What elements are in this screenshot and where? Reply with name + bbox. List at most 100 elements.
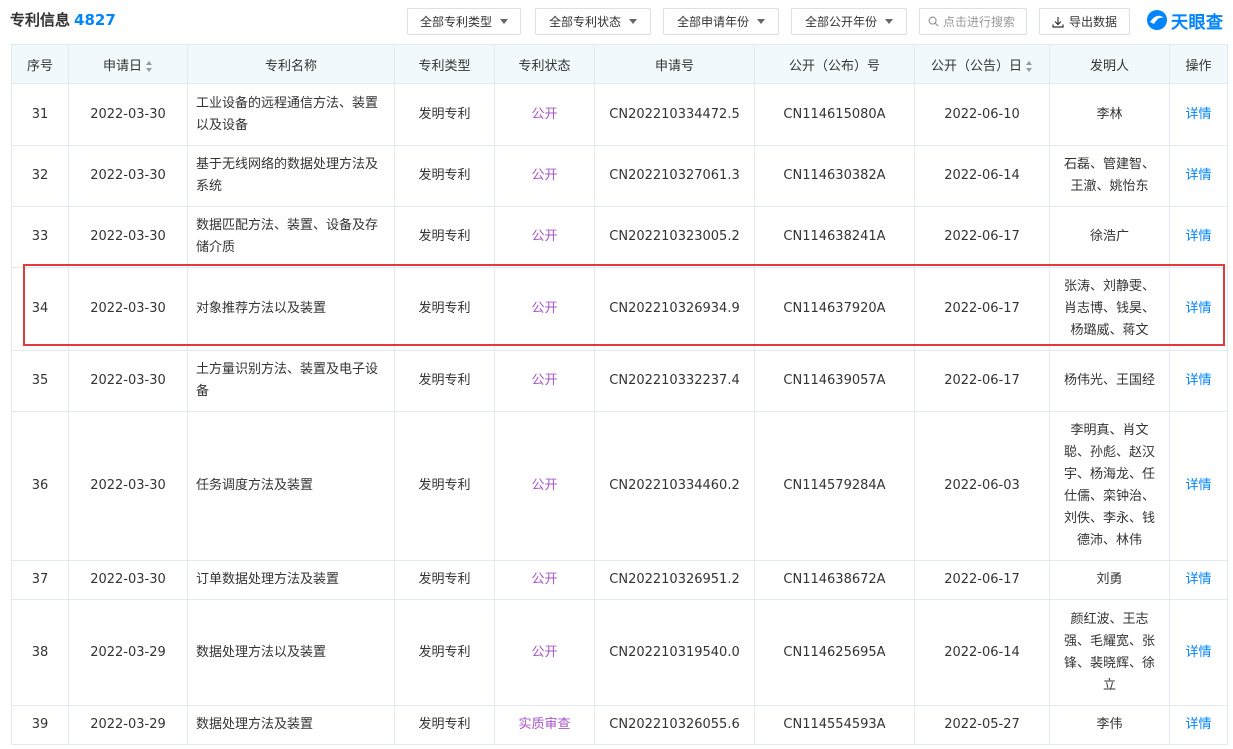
patent-type-filter[interactable]: 全部专利类型: [407, 8, 521, 35]
cell-patent-name: 土方量识别方法、装置及电子设备: [187, 350, 395, 412]
logo-text: 天眼查: [1171, 12, 1224, 33]
detail-link[interactable]: 详情: [1169, 267, 1228, 351]
column-header-patent-type: 专利类型: [394, 44, 495, 84]
cell-application-number: CN202210334472.5: [594, 83, 755, 146]
cell-application-date: 2022-03-30: [68, 267, 188, 351]
table-row: 34 2022-03-30 对象推荐方法以及装置 发明专利 公开 CN20221…: [11, 267, 1228, 351]
cell-inventors: 李林: [1049, 83, 1170, 146]
cell-patent-type: 发明专利: [394, 411, 495, 561]
cell-patent-name: 对象推荐方法以及装置: [187, 267, 395, 351]
cell-application-date: 2022-03-29: [68, 705, 188, 745]
column-header-label: 发明人: [1089, 58, 1129, 74]
cell-application-date: 2022-03-29: [68, 599, 188, 706]
export-button[interactable]: 导出数据: [1039, 8, 1130, 35]
column-header-index: 序号: [11, 44, 69, 84]
detail-link[interactable]: 详情: [1169, 145, 1228, 207]
cell-application-number: CN202210326951.2: [594, 560, 755, 600]
column-header-application-date[interactable]: 申请日: [68, 44, 188, 84]
cell-patent-name: 订单数据处理方法及装置: [187, 560, 395, 600]
detail-link[interactable]: 详情: [1169, 560, 1228, 600]
detail-link[interactable]: 详情: [1169, 350, 1228, 412]
cell-application-date: 2022-03-30: [68, 560, 188, 600]
cell-patent-status: 公开: [494, 411, 595, 561]
cell-patent-status: 公开: [494, 350, 595, 412]
table-row: 33 2022-03-30 数据匹配方法、装置、设备及存储介质 发明专利 公开 …: [11, 206, 1228, 268]
column-header-label: 专利状态: [518, 58, 571, 74]
column-header-label: 公开（公告）日: [930, 58, 1022, 74]
cell-index: 38: [11, 599, 69, 706]
patent-type-filter-label: 全部专利类型: [419, 15, 492, 29]
cell-index: 33: [11, 206, 69, 268]
cell-application-number: CN202210323005.2: [594, 206, 755, 268]
cell-inventors: 石磊、管建智、王澈、姚怡东: [1049, 145, 1170, 207]
cell-application-number: CN202210319540.0: [594, 599, 755, 706]
cell-patent-type: 发明专利: [394, 206, 495, 268]
cell-inventors: 李伟: [1049, 705, 1170, 745]
patent-status-filter-label: 全部专利状态: [548, 15, 621, 29]
cell-patent-name: 数据匹配方法、装置、设备及存储介质: [187, 206, 395, 268]
detail-link[interactable]: 详情: [1169, 206, 1228, 268]
table-row: 35 2022-03-30 土方量识别方法、装置及电子设备 发明专利 公开 CN…: [11, 350, 1228, 412]
cell-inventors: 徐浩广: [1049, 206, 1170, 268]
application-year-filter[interactable]: 全部申请年份: [663, 8, 779, 35]
cell-patent-type: 发明专利: [394, 267, 495, 351]
column-header-patent-name: 专利名称: [187, 44, 395, 84]
column-header-label: 专利名称: [264, 58, 317, 74]
column-header-publication-number: 公开（公布）号: [754, 44, 915, 84]
table-row: 31 2022-03-30 工业设备的远程通信方法、装置以及设备 发明专利 公开…: [11, 83, 1228, 146]
cell-patent-type: 发明专利: [394, 350, 495, 412]
table-row: 32 2022-03-30 基于无线网络的数据处理方法及系统 发明专利 公开 C…: [11, 145, 1228, 207]
cell-application-number: CN202210327061.3: [594, 145, 755, 207]
cell-patent-name: 工业设备的远程通信方法、装置以及设备: [187, 83, 395, 146]
cell-patent-type: 发明专利: [394, 560, 495, 600]
chevron-down-icon: [629, 19, 637, 24]
patent-table: 序号 申请日 专利名称 专利类型 专利状态 申请号 公开（公布）号 公开（公告）…: [11, 44, 1228, 745]
cell-application-number: CN202210332237.4: [594, 350, 755, 412]
download-icon: [1052, 16, 1064, 28]
cell-application-date: 2022-03-30: [68, 206, 188, 268]
cell-patent-type: 发明专利: [394, 83, 495, 146]
table-row: 37 2022-03-30 订单数据处理方法及装置 发明专利 公开 CN2022…: [11, 560, 1228, 600]
detail-link[interactable]: 详情: [1169, 599, 1228, 706]
cell-patent-type: 发明专利: [394, 705, 495, 745]
detail-link[interactable]: 详情: [1169, 705, 1228, 745]
cell-patent-status: 公开: [494, 145, 595, 207]
cell-index: 39: [11, 705, 69, 745]
page-title: 专利信息 4827: [10, 9, 116, 30]
column-header-publication-date[interactable]: 公开（公告）日: [914, 44, 1050, 84]
cell-publication-number: CN114639057A: [754, 350, 915, 412]
cell-publication-date: 2022-06-17: [914, 267, 1050, 351]
patent-status-filter[interactable]: 全部专利状态: [535, 8, 651, 35]
cell-patent-name: 数据处理方法以及装置: [187, 599, 395, 706]
cell-patent-name: 基于无线网络的数据处理方法及系统: [187, 145, 395, 207]
detail-link[interactable]: 详情: [1169, 83, 1228, 146]
publication-year-filter[interactable]: 全部公开年份: [791, 8, 907, 35]
cell-publication-date: 2022-06-17: [914, 206, 1050, 268]
cell-application-date: 2022-03-30: [68, 83, 188, 146]
page-title-text: 专利信息: [10, 11, 71, 29]
cell-inventors: 张涛、刘静雯、肖志博、钱昊、杨璐威、蒋文: [1049, 267, 1170, 351]
table-row: 39 2022-03-29 数据处理方法及装置 发明专利 实质审查 CN2022…: [11, 705, 1228, 745]
column-header-patent-status: 专利状态: [494, 44, 595, 84]
sort-icon[interactable]: [1026, 60, 1033, 72]
cell-publication-date: 2022-06-10: [914, 83, 1050, 146]
logo-icon: [1147, 10, 1167, 30]
table-row: 36 2022-03-30 任务调度方法及装置 发明专利 公开 CN202210…: [11, 411, 1228, 561]
cell-patent-status: 公开: [494, 83, 595, 146]
column-header-label: 序号: [26, 58, 53, 74]
cell-index: 36: [11, 411, 69, 561]
cell-index: 34: [11, 267, 69, 351]
export-button-label: 导出数据: [1068, 15, 1117, 29]
cell-patent-type: 发明专利: [394, 599, 495, 706]
table-header-row: 序号 申请日 专利名称 专利类型 专利状态 申请号 公开（公布）号 公开（公告）…: [11, 44, 1228, 84]
cell-index: 37: [11, 560, 69, 600]
cell-inventors: 杨伟光、王国经: [1049, 350, 1170, 412]
cell-publication-number: CN114637920A: [754, 267, 915, 351]
application-year-filter-label: 全部申请年份: [676, 15, 749, 29]
cell-publication-date: 2022-06-17: [914, 560, 1050, 600]
column-header-application-number: 申请号: [594, 44, 755, 84]
sort-icon[interactable]: [146, 60, 153, 72]
search-input[interactable]: 点击进行搜索: [919, 8, 1027, 35]
patent-count: 4827: [74, 11, 116, 29]
detail-link[interactable]: 详情: [1169, 411, 1228, 561]
